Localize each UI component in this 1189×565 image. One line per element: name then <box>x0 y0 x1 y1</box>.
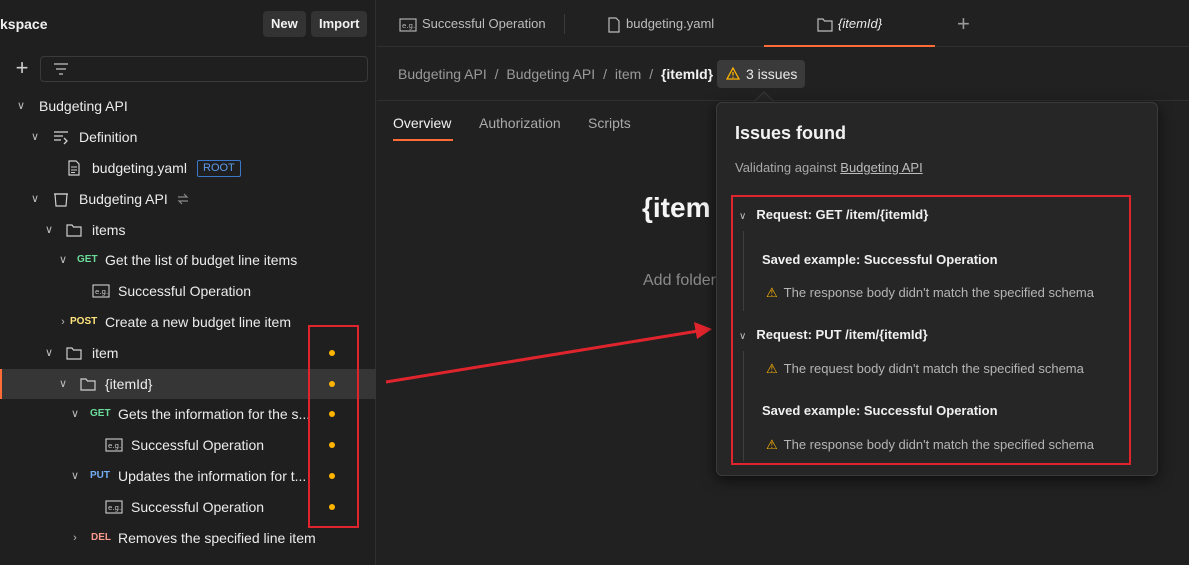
tree-item-example[interactable]: e.g. Successful Operation <box>0 276 376 306</box>
annotation-box <box>731 195 1131 465</box>
warning-icon <box>726 67 740 80</box>
example-icon: e.g. <box>105 500 123 514</box>
schema-link[interactable]: Budgeting API <box>840 160 922 175</box>
import-button[interactable]: Import <box>311 11 368 37</box>
folder-icon <box>66 224 82 237</box>
folder-icon <box>80 378 96 391</box>
breadcrumb-separator: / <box>494 66 499 82</box>
new-tab-icon[interactable]: + <box>957 0 970 47</box>
definition-icon <box>54 131 68 145</box>
chevron-down-icon[interactable]: ∨ <box>68 461 82 491</box>
issues-count: 3 issues <box>746 66 798 82</box>
chevron-down-icon[interactable]: ∨ <box>56 369 70 399</box>
tree-item-label: Successful Operation <box>131 437 265 453</box>
chevron-down-icon[interactable]: ∨ <box>68 399 82 429</box>
active-subtab-indicator <box>393 139 453 141</box>
subtitle-text: Validating against <box>735 160 841 175</box>
chevron-right-icon[interactable]: › <box>68 523 82 553</box>
svg-text:e.g.: e.g. <box>108 504 121 512</box>
breadcrumb-item[interactable]: Budgeting API <box>398 66 487 82</box>
sync-icon <box>177 193 189 205</box>
folder-icon <box>817 17 833 32</box>
description-placeholder[interactable]: Add folder <box>643 272 716 290</box>
svg-text:e.g.: e.g. <box>402 22 415 30</box>
tree-item-label: item <box>92 345 119 361</box>
issues-popover: Issues found Validating against Budgetin… <box>716 102 1158 476</box>
tree-item-get-list[interactable]: ∨ GET Get the list of budget line items <box>0 245 376 275</box>
chevron-down-icon[interactable]: ∨ <box>28 122 42 152</box>
breadcrumb-current: {itemId} <box>660 66 714 82</box>
sidebar-toolbar: + <box>0 56 376 84</box>
tree-item-label: Gets the information for the s... <box>118 406 311 422</box>
tree-item-label: Definition <box>79 129 138 145</box>
tree-item-budgeting-yaml[interactable]: budgeting.yaml ROOT <box>0 153 376 183</box>
method-badge: DEL <box>91 532 111 543</box>
chevron-down-icon[interactable]: ∨ <box>42 215 56 245</box>
example-icon: e.g. <box>399 18 417 32</box>
breadcrumb-separator: / <box>603 66 607 82</box>
file-icon <box>68 160 80 176</box>
breadcrumb-separator: / <box>649 66 654 82</box>
chevron-down-icon[interactable]: ∨ <box>56 245 70 275</box>
new-button[interactable]: New <box>263 11 306 37</box>
issues-subtitle: Validating against Budgeting API <box>735 160 923 175</box>
svg-text:e.g.: e.g. <box>108 442 121 450</box>
breadcrumb: Budgeting API / Budgeting API / item / {… <box>398 60 717 88</box>
tree-item-collection[interactable]: ∨ Budgeting API <box>0 184 376 214</box>
folder-icon <box>66 347 82 360</box>
chevron-down-icon[interactable]: ∨ <box>28 184 42 214</box>
tree-item-label: items <box>92 222 126 238</box>
svg-text:e.g.: e.g. <box>95 288 108 296</box>
collection-icon <box>54 193 68 207</box>
file-icon <box>608 16 620 33</box>
method-badge: PUT <box>90 470 110 481</box>
tree-item-label: Successful Operation <box>131 499 265 515</box>
root-badge: ROOT <box>197 160 241 177</box>
workspace-title: kspace <box>0 16 48 32</box>
tree-item-budgeting-api[interactable]: ∨ Budgeting API <box>0 91 376 121</box>
tree-item-label: Create a new budget line item <box>105 314 291 330</box>
tree-item-label: {itemId} <box>105 376 153 392</box>
tab-itemid[interactable]: {itemId} <box>817 0 882 47</box>
method-badge: GET <box>77 254 98 265</box>
tree-item-label: Updates the information for t... <box>118 468 307 484</box>
breadcrumb-item[interactable]: item <box>615 66 641 82</box>
tab-authorization[interactable]: Authorization <box>479 115 561 131</box>
tab-overview[interactable]: Overview <box>393 115 451 131</box>
tree-item-label: Get the list of budget line items <box>105 252 298 268</box>
method-badge: GET <box>90 408 111 419</box>
tab-bar: e.g. Successful Operation budgeting.yaml… <box>377 0 1189 47</box>
tree-item-label: Budgeting API <box>39 98 128 114</box>
annotation-box <box>308 325 359 528</box>
tree-item-items-folder[interactable]: ∨ items <box>0 215 376 245</box>
tab-label: {itemId} <box>838 16 883 31</box>
tab-label: budgeting.yaml <box>626 16 715 31</box>
tree-item-label: Removes the specified line item <box>118 530 316 546</box>
chevron-down-icon[interactable]: ∨ <box>42 338 56 368</box>
active-tab-indicator <box>764 45 935 47</box>
example-icon: e.g. <box>92 284 110 298</box>
filter-icon[interactable] <box>53 62 69 76</box>
tree-item-label: Successful Operation <box>118 283 252 299</box>
example-icon: e.g. <box>105 438 123 452</box>
issues-title: Issues found <box>735 123 847 143</box>
tree-item-label: Budgeting API <box>79 191 168 207</box>
tab-successful-operation[interactable]: e.g. Successful Operation <box>399 0 546 47</box>
folder-title[interactable]: {item <box>642 192 710 224</box>
method-badge: POST <box>70 316 98 327</box>
tab-divider <box>564 14 565 34</box>
tree-item-label: budgeting.yaml <box>92 160 187 176</box>
tree-item-definition[interactable]: ∨ Definition <box>0 122 376 152</box>
tab-scripts[interactable]: Scripts <box>588 115 631 131</box>
chevron-down-icon[interactable]: ∨ <box>14 91 28 121</box>
tab-label: Successful Operation <box>422 16 546 31</box>
filter-input[interactable] <box>40 56 368 82</box>
tab-budgeting-yaml[interactable]: budgeting.yaml <box>607 0 714 47</box>
breadcrumb-item[interactable]: Budgeting API <box>506 66 595 82</box>
add-icon[interactable]: + <box>12 56 32 82</box>
sidebar: kspace New Import + ∨ Budgeting API ∨ De… <box>0 0 376 565</box>
issues-button[interactable]: 3 issues <box>717 60 805 88</box>
chevron-right-icon[interactable]: › <box>56 307 70 337</box>
